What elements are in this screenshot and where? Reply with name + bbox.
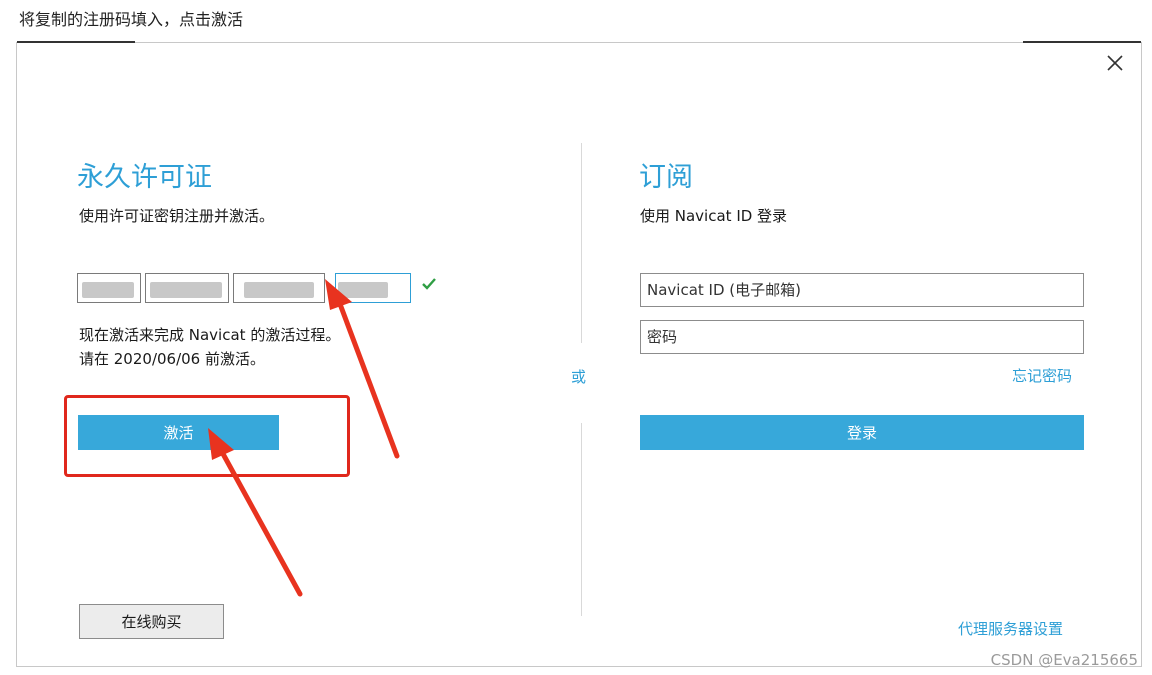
- divider-bottom: [581, 423, 582, 616]
- license-title: 永久许可证: [77, 162, 212, 193]
- license-subtitle: 使用许可证密钥注册并激活。: [79, 207, 275, 225]
- highlight-box: [64, 395, 350, 477]
- proxy-settings-link[interactable]: 代理服务器设置: [958, 618, 1063, 639]
- check-icon: [422, 278, 436, 290]
- or-label: 或: [571, 368, 587, 386]
- blurred-key-text: [82, 282, 134, 298]
- subscription-title: 订阅: [639, 162, 693, 193]
- buy-online-button[interactable]: 在线购买: [79, 604, 224, 639]
- password-input[interactable]: [640, 320, 1084, 354]
- page-caption: 将复制的注册码填入，点击激活: [19, 10, 244, 29]
- key-segment-1[interactable]: [77, 273, 141, 303]
- watermark: CSDN @Eva215665: [990, 651, 1138, 669]
- key-segment-2[interactable]: [145, 273, 229, 303]
- tab-indicator-left: [17, 41, 135, 43]
- activation-info-line1: 现在激活来完成 Navicat 的激活过程。: [79, 326, 341, 344]
- close-button[interactable]: [1103, 51, 1127, 75]
- blurred-key-text: [244, 282, 314, 298]
- subscription-subtitle: 使用 Navicat ID 登录: [640, 207, 788, 225]
- blurred-key-text: [150, 282, 222, 298]
- close-icon: [1107, 55, 1123, 71]
- navicat-id-input[interactable]: [640, 273, 1084, 307]
- blurred-key-text: [338, 282, 388, 298]
- divider-top: [581, 143, 582, 343]
- activation-dialog: 永久许可证 使用许可证密钥注册并激活。 现在激活来完成 Navicat 的激活过…: [16, 41, 1142, 667]
- activation-info-line2: 请在 2020/06/06 前激活。: [79, 350, 265, 368]
- key-segment-4[interactable]: [335, 273, 411, 303]
- key-segment-3[interactable]: [233, 273, 325, 303]
- tab-indicator-right: [1023, 41, 1141, 43]
- license-key-inputs: [77, 271, 413, 307]
- forgot-password-link[interactable]: 忘记密码: [1012, 365, 1072, 386]
- login-button[interactable]: 登录: [640, 415, 1084, 450]
